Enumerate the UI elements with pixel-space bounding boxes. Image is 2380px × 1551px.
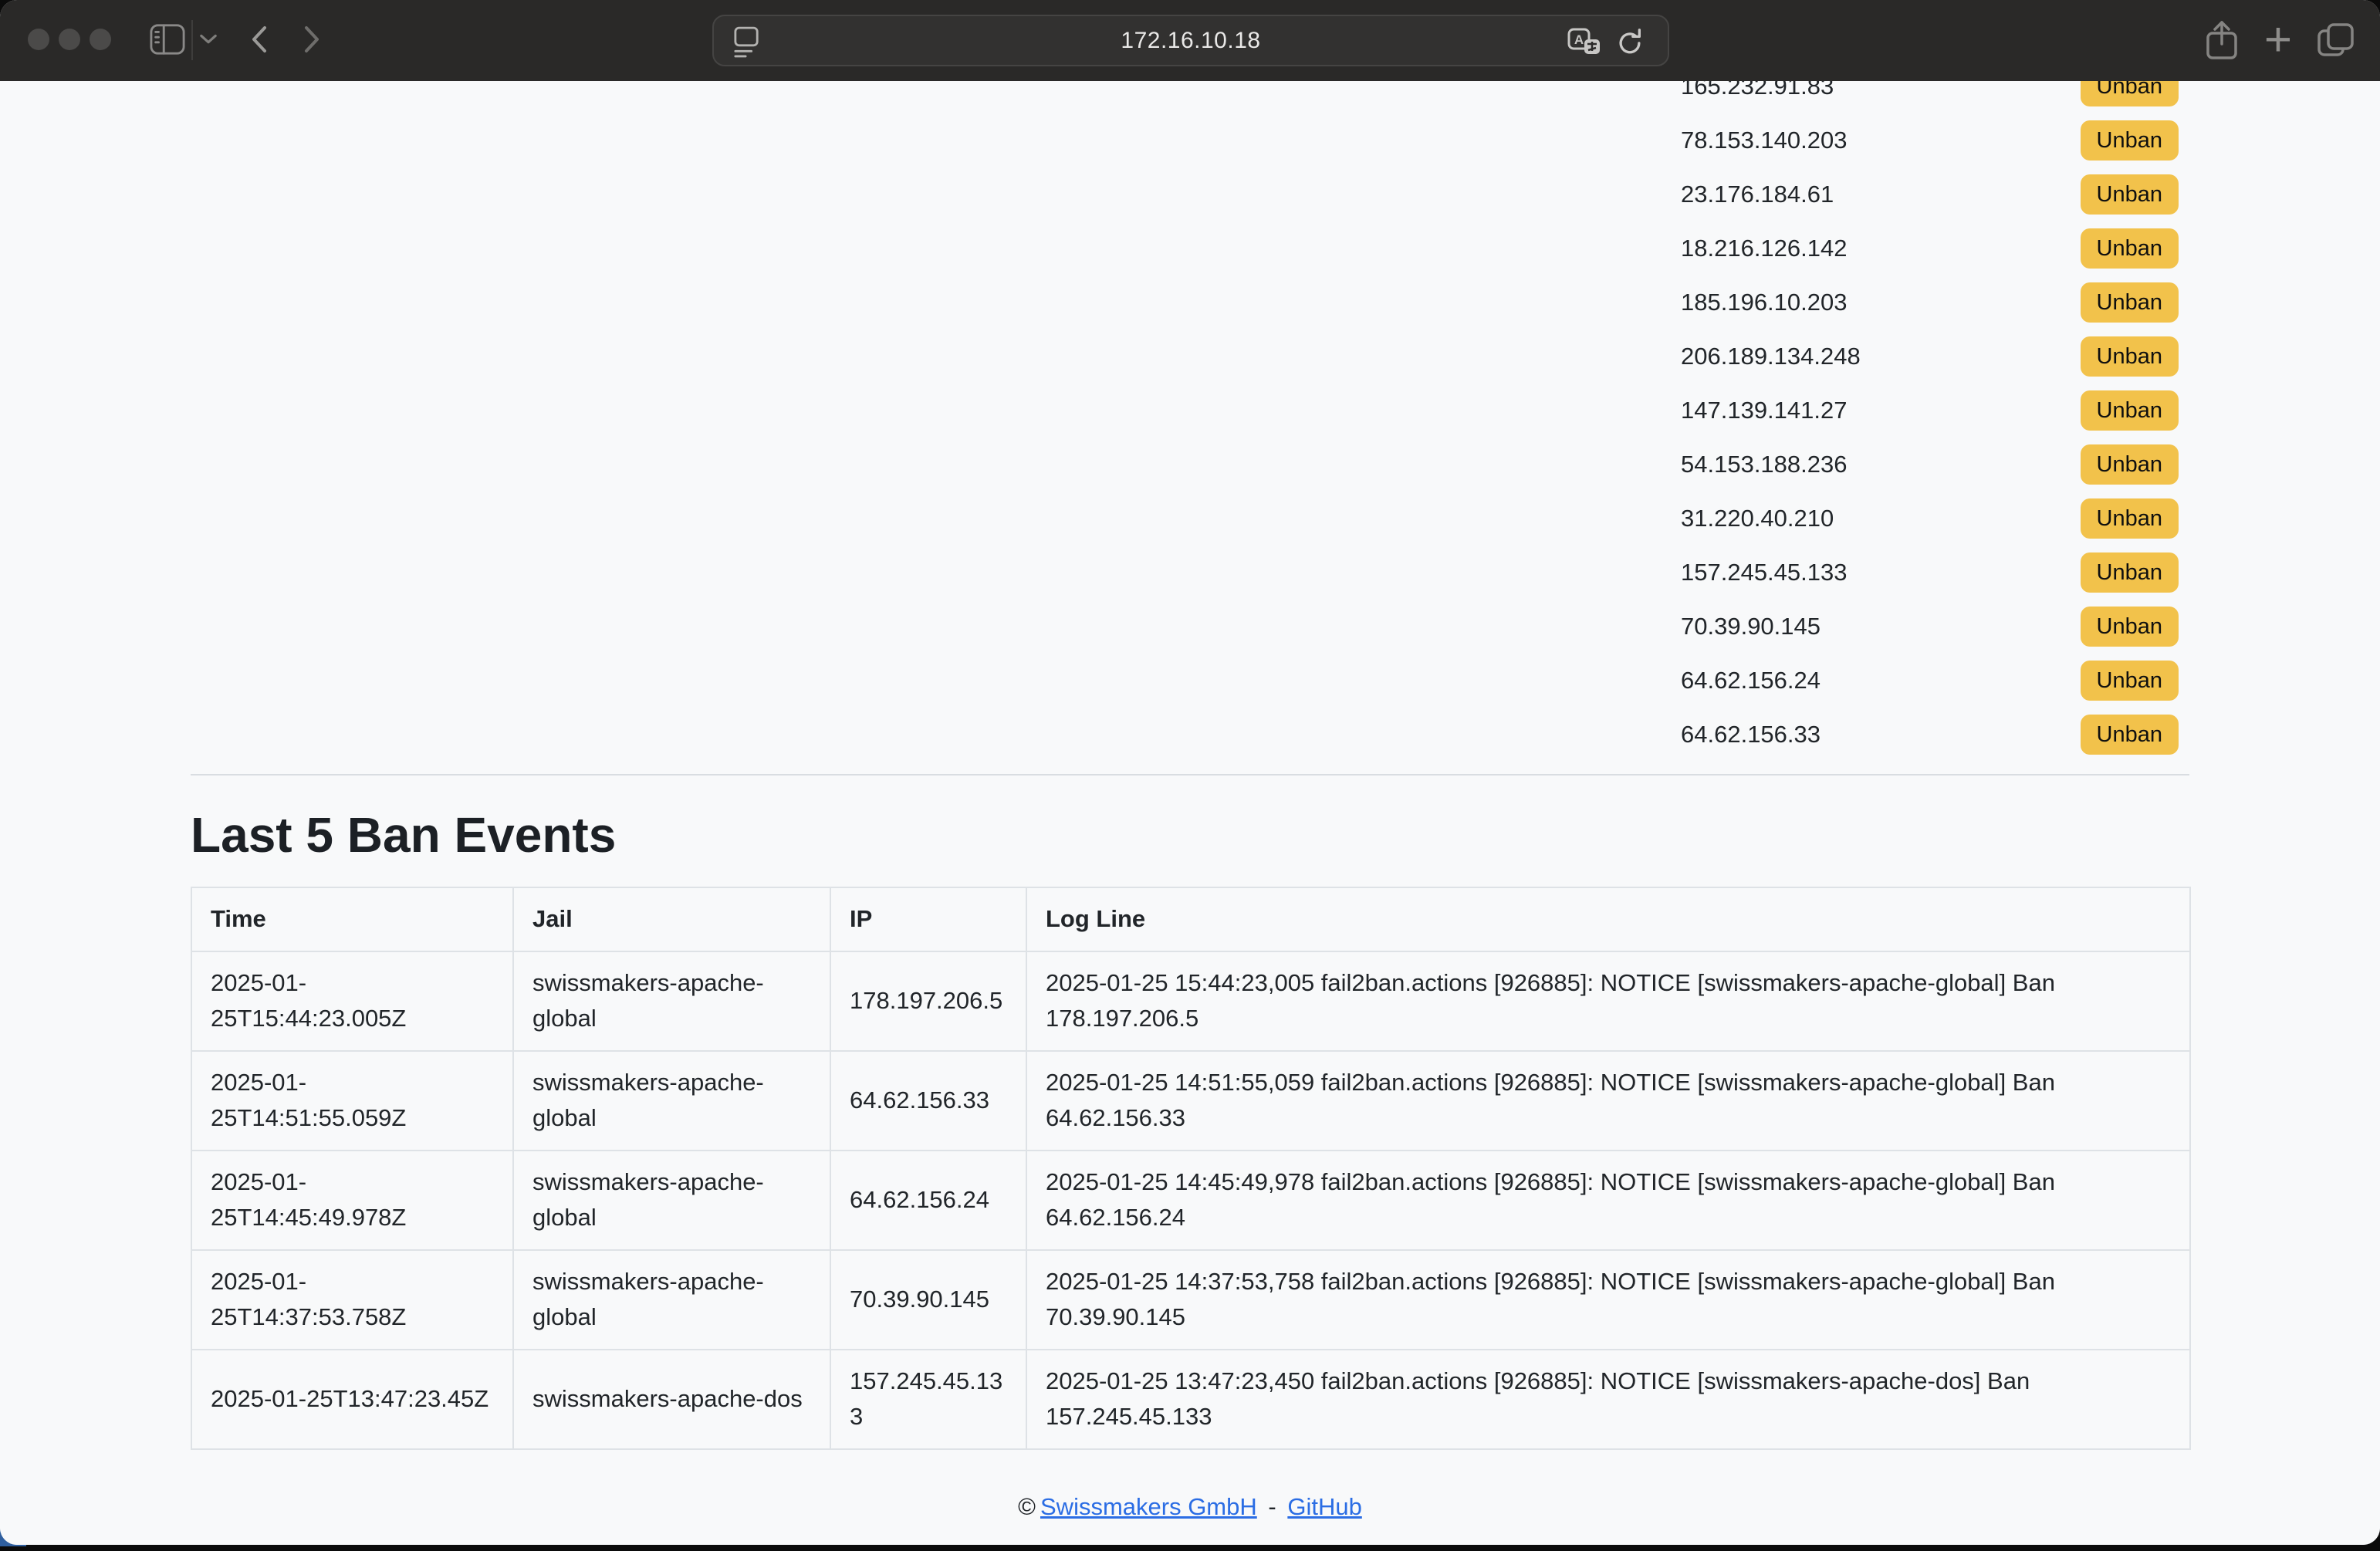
banned-ip-row: 18.216.126.142 Unban	[191, 221, 2189, 275]
footer-separator: -	[1268, 1493, 1276, 1520]
unban-button[interactable]: Unban	[2081, 661, 2179, 701]
banned-ip-row: 206.189.134.248 Unban	[191, 329, 2189, 384]
event-ip-cell: 178.197.206.5	[830, 951, 1026, 1051]
banned-ip-row: 78.153.140.203 Unban	[191, 113, 2189, 167]
banned-ip-row: 165.232.91.83 Unban	[191, 81, 2189, 113]
column-header: Log Line	[1026, 887, 2190, 951]
section-divider	[191, 774, 2189, 776]
translate-icon[interactable]: A	[1567, 28, 1601, 61]
banned-ip-list: 165.232.91.83 Unban 78.153.140.203 Unban…	[191, 81, 2189, 762]
page-title: Last 5 Ban Events	[191, 806, 2189, 863]
unban-button[interactable]: Unban	[2081, 336, 2179, 377]
event-time-cell: 2025-01-25T14:37:53.758Z	[191, 1250, 513, 1350]
event-log-cell: 2025-01-25 14:37:53,758 fail2ban.actions…	[1026, 1250, 2190, 1350]
event-log-cell: 2025-01-25 14:45:49,978 fail2ban.actions…	[1026, 1151, 2190, 1250]
banned-ip-address: 18.216.126.142	[1681, 235, 1848, 262]
unban-button[interactable]: Unban	[2081, 81, 2179, 106]
banned-ip-address: 64.62.156.24	[1681, 667, 1820, 694]
banned-ip-row: 70.39.90.145 Unban	[191, 600, 2189, 654]
table-header-row: TimeJailIPLog Line	[191, 887, 2190, 951]
unban-button[interactable]: Unban	[2081, 120, 2179, 161]
toolbar-divider	[191, 20, 193, 60]
unban-button[interactable]: Unban	[2081, 390, 2179, 431]
event-ip-cell: 64.62.156.33	[830, 1051, 1026, 1151]
company-link[interactable]: Swissmakers GmbH	[1040, 1493, 1257, 1520]
banned-ip-address: 185.196.10.203	[1681, 289, 1848, 316]
column-header: Time	[191, 887, 513, 951]
page-footer: ©Swissmakers GmbH - GitHub	[191, 1493, 2189, 1521]
column-header: Jail	[513, 887, 830, 951]
event-jail-cell: swissmakers-apache-global	[513, 951, 830, 1051]
zoom-window-icon[interactable]	[90, 29, 111, 50]
banned-ip-row: 157.245.45.133 Unban	[191, 546, 2189, 600]
url-text[interactable]: 172.16.10.18	[714, 16, 1668, 65]
event-log-cell: 2025-01-25 13:47:23,450 fail2ban.actions…	[1026, 1350, 2190, 1449]
minimize-window-icon[interactable]	[59, 29, 80, 50]
banned-ip-address: 206.189.134.248	[1681, 343, 1861, 370]
banned-ip-address: 64.62.156.33	[1681, 721, 1820, 748]
github-link[interactable]: GitHub	[1287, 1493, 1361, 1520]
banned-ip-address: 165.232.91.83	[1681, 81, 1834, 100]
new-tab-icon[interactable]: +	[2258, 11, 2298, 69]
event-time-cell: 2025-01-25T13:47:23.45Z	[191, 1350, 513, 1449]
unban-button[interactable]: Unban	[2081, 282, 2179, 323]
browser-chrome: 172.16.10.18 A	[0, 0, 2380, 81]
chevron-down-icon[interactable]	[200, 34, 217, 49]
event-jail-cell: swissmakers-apache-global	[513, 1051, 830, 1151]
table-row: 2025-01-25T14:45:49.978Z swissmakers-apa…	[191, 1151, 2190, 1250]
ban-events-table: TimeJailIPLog Line 2025-01-25T15:44:23.0…	[191, 887, 2191, 1450]
sidebar-toggle-icon[interactable]	[150, 23, 185, 59]
table-row: 2025-01-25T15:44:23.005Z swissmakers-apa…	[191, 951, 2190, 1051]
close-window-icon[interactable]	[28, 29, 49, 50]
event-time-cell: 2025-01-25T14:45:49.978Z	[191, 1151, 513, 1250]
share-icon[interactable]	[2205, 19, 2239, 65]
table-body: 2025-01-25T15:44:23.005Z swissmakers-apa…	[191, 951, 2190, 1449]
banned-ip-row: 64.62.156.33 Unban	[191, 708, 2189, 762]
banned-ip-row: 23.176.184.61 Unban	[191, 167, 2189, 221]
copyright-symbol: ©	[1018, 1493, 1036, 1520]
banned-ip-row: 54.153.188.236 Unban	[191, 438, 2189, 492]
unban-button[interactable]: Unban	[2081, 174, 2179, 215]
event-log-cell: 2025-01-25 15:44:23,005 fail2ban.actions…	[1026, 951, 2190, 1051]
unban-button[interactable]: Unban	[2081, 444, 2179, 485]
banned-ip-row: 185.196.10.203 Unban	[191, 275, 2189, 329]
event-jail-cell: swissmakers-apache-dos	[513, 1350, 830, 1449]
event-time-cell: 2025-01-25T15:44:23.005Z	[191, 951, 513, 1051]
tab-overview-icon[interactable]	[2317, 22, 2355, 62]
banned-ip-address: 157.245.45.133	[1681, 559, 1848, 586]
banned-ip-address: 70.39.90.145	[1681, 613, 1820, 640]
forward-icon[interactable]	[304, 25, 321, 57]
banned-ip-row: 64.62.156.24 Unban	[191, 654, 2189, 708]
banned-ip-address: 78.153.140.203	[1681, 127, 1848, 154]
table-row: 2025-01-25T14:37:53.758Z swissmakers-apa…	[191, 1250, 2190, 1350]
safari-window: 172.16.10.18 A	[0, 0, 2380, 1545]
unban-button[interactable]: Unban	[2081, 552, 2179, 593]
event-ip-cell: 64.62.156.24	[830, 1151, 1026, 1250]
banned-ip-row: 31.220.40.210 Unban	[191, 492, 2189, 546]
back-icon[interactable]	[250, 25, 267, 57]
event-jail-cell: swissmakers-apache-global	[513, 1151, 830, 1250]
unban-button[interactable]: Unban	[2081, 607, 2179, 647]
column-header: IP	[830, 887, 1026, 951]
banned-ip-row: 147.139.141.27 Unban	[191, 384, 2189, 438]
banned-ip-address: 147.139.141.27	[1681, 397, 1848, 424]
unban-button[interactable]: Unban	[2081, 715, 2179, 755]
event-time-cell: 2025-01-25T14:51:55.059Z	[191, 1051, 513, 1151]
page-viewport[interactable]: 165.232.91.83 Unban 78.153.140.203 Unban…	[0, 81, 2380, 1545]
address-bar[interactable]: 172.16.10.18 A	[712, 15, 1669, 66]
banned-ip-address: 31.220.40.210	[1681, 505, 1834, 532]
table-row: 2025-01-25T13:47:23.45Z swissmakers-apac…	[191, 1350, 2190, 1449]
event-jail-cell: swissmakers-apache-global	[513, 1250, 830, 1350]
reload-icon[interactable]	[1615, 27, 1645, 60]
banned-ip-address: 23.176.184.61	[1681, 181, 1834, 208]
unban-button[interactable]: Unban	[2081, 498, 2179, 539]
event-ip-cell: 70.39.90.145	[830, 1250, 1026, 1350]
svg-text:A: A	[1574, 32, 1584, 47]
unban-button[interactable]: Unban	[2081, 228, 2179, 269]
table-row: 2025-01-25T14:51:55.059Z swissmakers-apa…	[191, 1051, 2190, 1151]
event-ip-cell: 157.245.45.133	[830, 1350, 1026, 1449]
banned-ip-address: 54.153.188.236	[1681, 451, 1848, 478]
event-log-cell: 2025-01-25 14:51:55,059 fail2ban.actions…	[1026, 1051, 2190, 1151]
